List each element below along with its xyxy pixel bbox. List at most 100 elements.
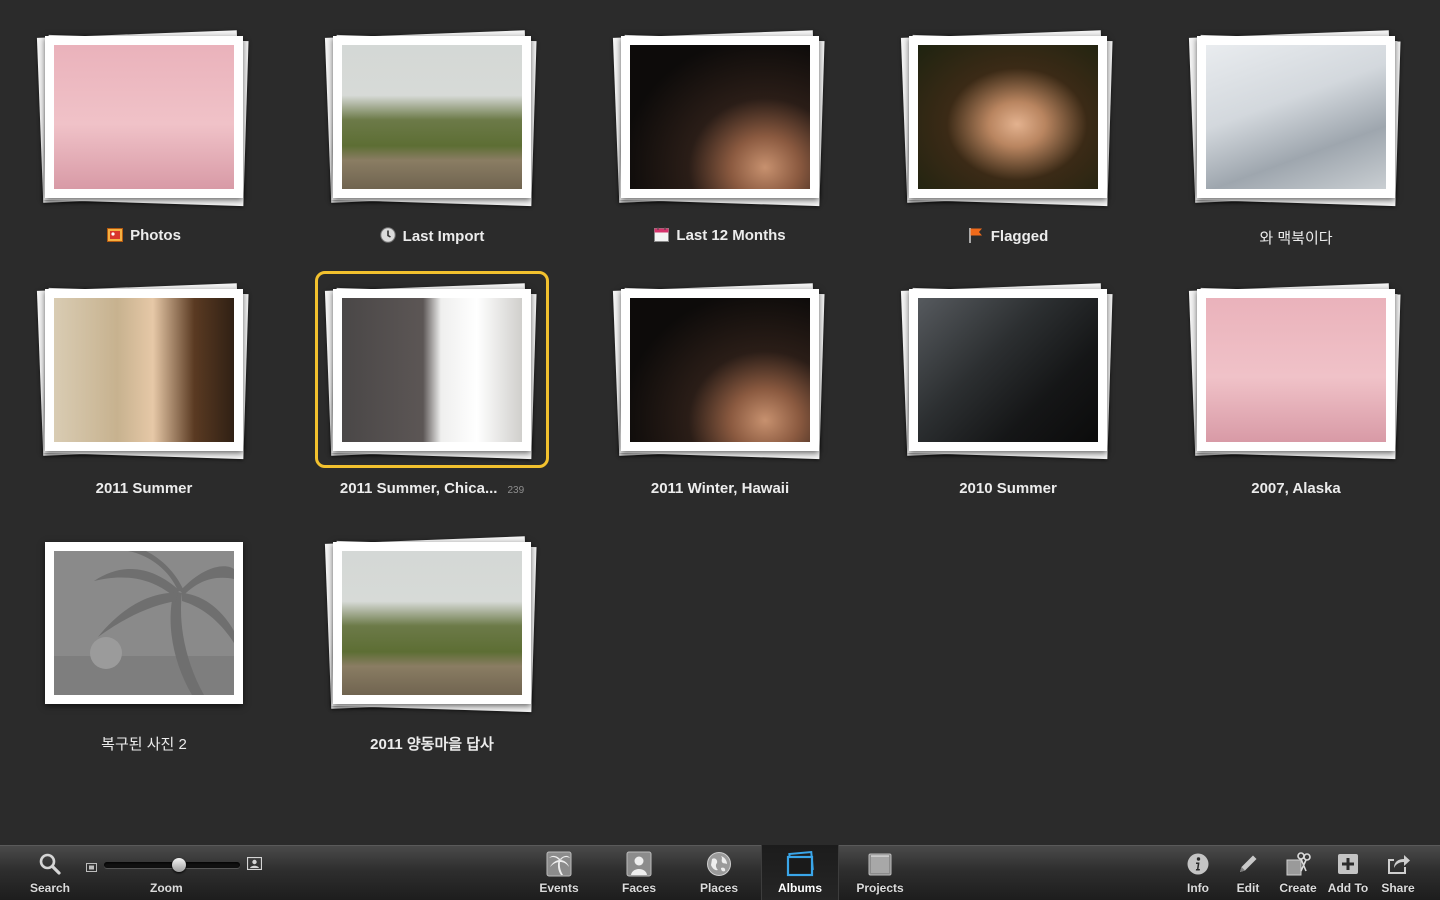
search-button[interactable]: Search (20, 845, 80, 900)
album-stack (312, 275, 552, 475)
events-label: Events (539, 881, 579, 895)
projects-button[interactable]: Projects (848, 845, 912, 900)
album-last-12-months[interactable]: Last 12 Months (600, 22, 840, 262)
share-button[interactable]: Share (1376, 845, 1420, 900)
info-icon (1186, 851, 1210, 877)
cover-photo (918, 298, 1098, 442)
albums-icon (785, 851, 815, 877)
zoom-large-icon (246, 856, 263, 875)
album-cover (1197, 289, 1395, 451)
album-label: 2011 Summer (95, 480, 193, 497)
album-label: 2011 양동마을 답사 (370, 736, 494, 753)
album-stack (888, 22, 1128, 222)
album-2011-yangdong[interactable]: 2011 양동마을 답사 (312, 528, 552, 768)
album-cover (621, 289, 819, 451)
albums-label: Albums (777, 881, 822, 895)
album-stack (1176, 275, 1416, 475)
album-2011-summer-chicago[interactable]: 2011 Summer, Chica... 239 (312, 275, 552, 515)
zoom-knob[interactable] (171, 858, 186, 872)
albums-grid: Photos Last Import Last 12 Months Flagge… (0, 0, 1440, 845)
palm-tree-placeholder-icon (54, 551, 234, 695)
album-label: Last 12 Months (580, 227, 860, 246)
album-stack (312, 22, 552, 222)
album-label: 2010 Summer (959, 480, 1057, 497)
zoom-label: Zoom (150, 881, 183, 895)
create-scissors-icon (1285, 851, 1311, 877)
search-label: Search (29, 881, 71, 895)
album-cover (45, 289, 243, 451)
info-label: Info (1187, 881, 1209, 895)
cover-photo (342, 551, 522, 695)
projects-book-icon (867, 851, 893, 877)
album-flagged[interactable]: Flagged (888, 22, 1128, 262)
pencil-icon (1236, 851, 1260, 877)
album-stack (600, 22, 840, 222)
album-cover (333, 542, 531, 704)
calendar-icon (654, 227, 670, 246)
cover-photo (342, 298, 522, 442)
cover-photo (630, 298, 810, 442)
album-2010-summer[interactable]: 2010 Summer (888, 275, 1128, 515)
album-label: 2007, Alaska (1251, 480, 1341, 497)
album-last-import[interactable]: Last Import (312, 22, 552, 262)
album-stack (888, 275, 1128, 475)
album-2011-summer[interactable]: 2011 Summer (24, 275, 264, 515)
cover-photo (1206, 298, 1386, 442)
album-label: Last Import (292, 227, 572, 247)
add-to-button[interactable]: Add To (1324, 845, 1372, 900)
events-button[interactable]: Events (528, 845, 590, 900)
add-plus-icon (1336, 851, 1360, 877)
cover-photo (630, 45, 810, 189)
zoom-small-icon (86, 859, 97, 877)
faces-person-icon (626, 851, 652, 877)
album-2011-winter-hawaii[interactable]: 2011 Winter, Hawaii (600, 275, 840, 515)
album-cover (333, 289, 531, 451)
albums-button[interactable]: Albums (761, 845, 839, 900)
zoom-slider[interactable] (86, 856, 263, 875)
cover-photo (54, 298, 234, 442)
info-button[interactable]: Info (1176, 845, 1220, 900)
faces-button[interactable]: Faces (608, 845, 670, 900)
create-label: Create (1279, 881, 1317, 895)
share-label: Share (1381, 881, 1415, 895)
album-recovered-photos-2[interactable]: 복구된 사진 2 (24, 528, 264, 768)
events-palm-icon (546, 851, 572, 877)
places-globe-icon (706, 851, 732, 877)
create-button[interactable]: Create (1274, 845, 1322, 900)
album-wa-macbook[interactable]: 와 맥북이다 (1176, 22, 1416, 262)
album-label: Photos (4, 227, 284, 246)
album-stack (24, 22, 264, 222)
album-label: 와 맥북이다 (1259, 230, 1333, 247)
last-import-clock-icon (379, 227, 396, 247)
album-stack (312, 528, 552, 728)
album-label: Flagged (868, 227, 1148, 247)
places-button[interactable]: Places (688, 845, 750, 900)
edit-label: Edit (1236, 881, 1260, 895)
album-cover (333, 36, 531, 198)
album-cover (1197, 36, 1395, 198)
album-label: 복구된 사진 2 (101, 736, 187, 753)
edit-button[interactable]: Edit (1226, 845, 1270, 900)
album-label: 2011 Summer, Chica... 239 (339, 480, 525, 497)
album-stack (24, 275, 264, 475)
photo-count: 239 (507, 485, 525, 496)
cover-photo (918, 45, 1098, 189)
album-cover (909, 36, 1107, 198)
cover-photo (1206, 45, 1386, 189)
projects-label: Projects (856, 881, 904, 895)
album-stack (24, 528, 264, 728)
album-2007-alaska[interactable]: 2007, Alaska (1176, 275, 1416, 515)
album-photos[interactable]: Photos (24, 22, 264, 262)
places-label: Places (699, 881, 739, 895)
photos-album-icon (107, 228, 124, 246)
cover-photo (342, 45, 522, 189)
album-cover (45, 542, 243, 704)
album-cover (621, 36, 819, 198)
album-cover (909, 289, 1107, 451)
share-icon (1385, 851, 1411, 877)
search-icon (38, 851, 62, 877)
flag-icon (968, 227, 984, 247)
faces-label: Faces (621, 881, 657, 895)
album-cover (45, 36, 243, 198)
album-stack (1176, 22, 1416, 222)
